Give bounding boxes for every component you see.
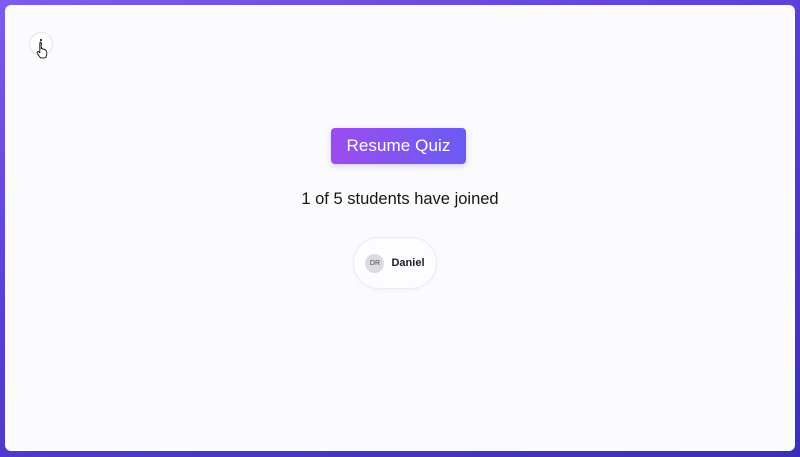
quiz-lobby-panel: Resume Quiz 1 of 5 students have joined … [5, 5, 795, 451]
avatar: DR [365, 253, 385, 273]
app-frame: Resume Quiz 1 of 5 students have joined … [0, 0, 800, 457]
joined-count-text: 1 of 5 students have joined [301, 190, 499, 208]
resume-quiz-button[interactable]: Resume Quiz [331, 128, 466, 164]
student-chip: DR Daniel [353, 237, 437, 289]
more-options-button[interactable] [29, 32, 53, 56]
more-vertical-icon [39, 38, 43, 50]
student-name: Daniel [391, 257, 425, 269]
